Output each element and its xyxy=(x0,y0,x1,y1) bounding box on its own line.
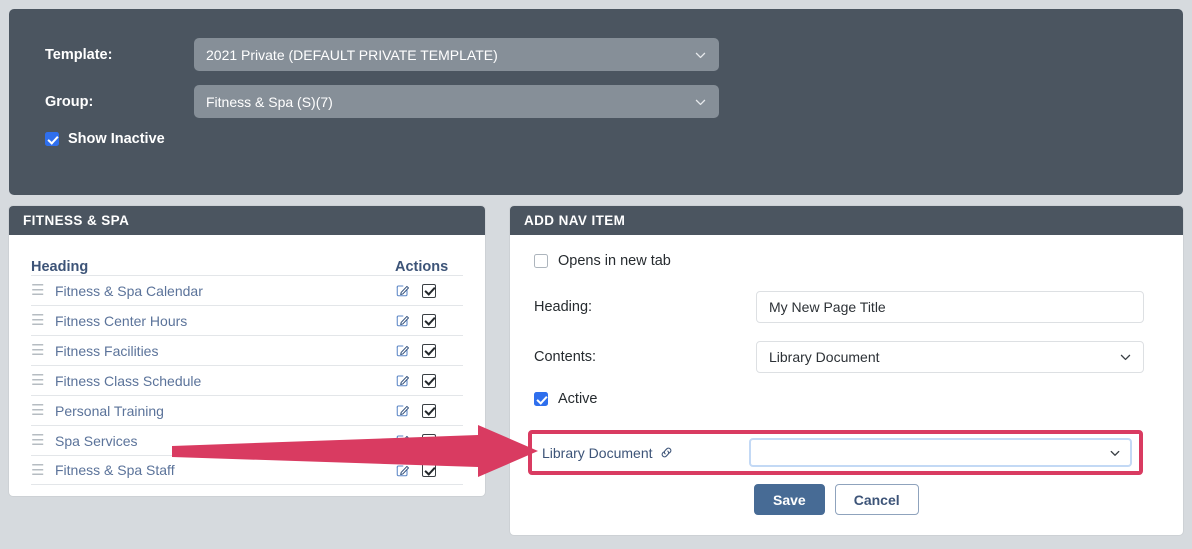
row-actions xyxy=(395,403,463,418)
table-row: ☰ Spa Services xyxy=(31,425,463,455)
show-inactive-checkbox[interactable] xyxy=(45,132,59,146)
chevron-down-icon xyxy=(695,52,706,58)
group-label: Group: xyxy=(45,93,94,110)
library-document-label: Library Document xyxy=(542,444,653,461)
heading-input[interactable]: My New Page Title xyxy=(756,291,1144,323)
row-actions xyxy=(395,433,463,448)
active-toggle-checkbox[interactable] xyxy=(422,433,436,448)
column-header-heading: Heading xyxy=(31,259,89,275)
row-actions xyxy=(395,313,463,328)
active-toggle-checkbox[interactable] xyxy=(422,313,436,328)
template-label: Template: xyxy=(45,46,113,63)
opens-in-new-tab-row: Opens in new tab xyxy=(534,253,1159,269)
nav-item-link[interactable]: Fitness & Spa Calendar xyxy=(55,283,395,299)
chevron-down-icon xyxy=(695,99,706,105)
library-document-label-group: Library Document xyxy=(542,445,749,461)
left-panel-title: FITNESS & SPA xyxy=(9,206,485,235)
active-toggle-checkbox[interactable] xyxy=(422,283,436,298)
drag-handle-icon[interactable]: ☰ xyxy=(31,433,55,448)
filter-panel: Template: 2021 Private (DEFAULT PRIVATE … xyxy=(9,9,1183,195)
library-document-select[interactable] xyxy=(749,438,1132,467)
table-row: ☰ Fitness & Spa Calendar xyxy=(31,275,463,305)
save-button[interactable]: Save xyxy=(754,484,825,515)
template-row: Template: 2021 Private (DEFAULT PRIVATE … xyxy=(9,38,719,71)
drag-handle-icon[interactable]: ☰ xyxy=(31,403,55,418)
contents-select[interactable]: Library Document xyxy=(756,341,1144,373)
opens-in-new-tab-label: Opens in new tab xyxy=(558,253,671,269)
right-panel-title: ADD NAV ITEM xyxy=(510,206,1183,235)
edit-icon[interactable] xyxy=(395,283,410,298)
contents-row: Contents: Library Document xyxy=(534,341,1159,373)
table-row: ☰ Fitness Facilities xyxy=(31,335,463,365)
table-row: ☰ Personal Training xyxy=(31,395,463,425)
chevron-down-icon xyxy=(1120,354,1131,361)
fitness-spa-list-panel: FITNESS & SPA Heading Actions ☰ Fitness &… xyxy=(9,206,485,496)
drag-handle-icon[interactable]: ☰ xyxy=(31,463,55,478)
nav-item-link[interactable]: Spa Services xyxy=(55,433,395,449)
heading-input-value: My New Page Title xyxy=(769,299,886,315)
edit-icon[interactable] xyxy=(395,463,410,478)
edit-icon[interactable] xyxy=(395,313,410,328)
nav-item-link[interactable]: Fitness Facilities xyxy=(55,343,395,359)
group-select[interactable]: Fitness & Spa (S)(7) xyxy=(194,85,719,118)
drag-handle-icon[interactable]: ☰ xyxy=(31,313,55,328)
edit-icon[interactable] xyxy=(395,373,410,388)
nav-item-link[interactable]: Fitness Class Schedule xyxy=(55,373,395,389)
active-label: Active xyxy=(558,391,598,407)
template-select-value: 2021 Private (DEFAULT PRIVATE TEMPLATE) xyxy=(206,46,498,63)
drag-handle-icon[interactable]: ☰ xyxy=(31,373,55,388)
edit-icon[interactable] xyxy=(395,343,410,358)
cancel-button[interactable]: Cancel xyxy=(834,484,919,515)
row-actions xyxy=(395,283,463,298)
active-toggle-checkbox[interactable] xyxy=(422,343,436,358)
row-actions xyxy=(395,343,463,358)
row-actions xyxy=(395,373,463,388)
contents-select-value: Library Document xyxy=(769,349,880,365)
nav-item-link[interactable]: Personal Training xyxy=(55,403,395,419)
active-checkbox[interactable] xyxy=(534,392,548,406)
active-toggle-checkbox[interactable] xyxy=(422,463,436,477)
nav-item-list: Heading Actions ☰ Fitness & Spa Calendar ☰… xyxy=(9,235,485,485)
drag-handle-icon[interactable]: ☰ xyxy=(31,343,55,358)
active-row: Active xyxy=(534,391,1159,407)
column-header-actions: Actions xyxy=(395,259,449,275)
chevron-down-icon xyxy=(1110,450,1120,456)
heading-label: Heading: xyxy=(534,299,593,315)
contents-label: Contents: xyxy=(534,349,597,365)
table-row: ☰ Fitness & Spa Staff xyxy=(31,455,463,485)
table-row: ☰ Fitness Class Schedule xyxy=(31,365,463,395)
opens-in-new-tab-checkbox[interactable] xyxy=(534,254,548,268)
active-toggle-checkbox[interactable] xyxy=(422,403,436,418)
link-icon xyxy=(661,447,671,458)
show-inactive-row: Show Inactive xyxy=(9,131,165,147)
form-actions: Save Cancel xyxy=(754,484,919,515)
template-select[interactable]: 2021 Private (DEFAULT PRIVATE TEMPLATE) xyxy=(194,38,719,71)
heading-row: Heading: My New Page Title xyxy=(534,291,1159,323)
library-document-row-highlight: Library Document xyxy=(528,430,1143,475)
table-row: ☰ Fitness Center Hours xyxy=(31,305,463,335)
list-column-headers: Heading Actions xyxy=(31,235,463,275)
drag-handle-icon[interactable]: ☰ xyxy=(31,283,55,298)
row-actions xyxy=(395,463,463,478)
nav-item-link[interactable]: Fitness & Spa Staff xyxy=(55,462,395,478)
edit-icon[interactable] xyxy=(395,403,410,418)
edit-icon[interactable] xyxy=(395,433,410,448)
group-row: Group: Fitness & Spa (S)(7) xyxy=(9,85,719,118)
nav-item-link[interactable]: Fitness Center Hours xyxy=(55,313,395,329)
add-nav-item-form: Opens in new tab Heading: My New Page Ti… xyxy=(510,235,1183,407)
show-inactive-label: Show Inactive xyxy=(68,131,165,147)
group-select-value: Fitness & Spa (S)(7) xyxy=(206,93,333,110)
active-toggle-checkbox[interactable] xyxy=(422,373,436,388)
